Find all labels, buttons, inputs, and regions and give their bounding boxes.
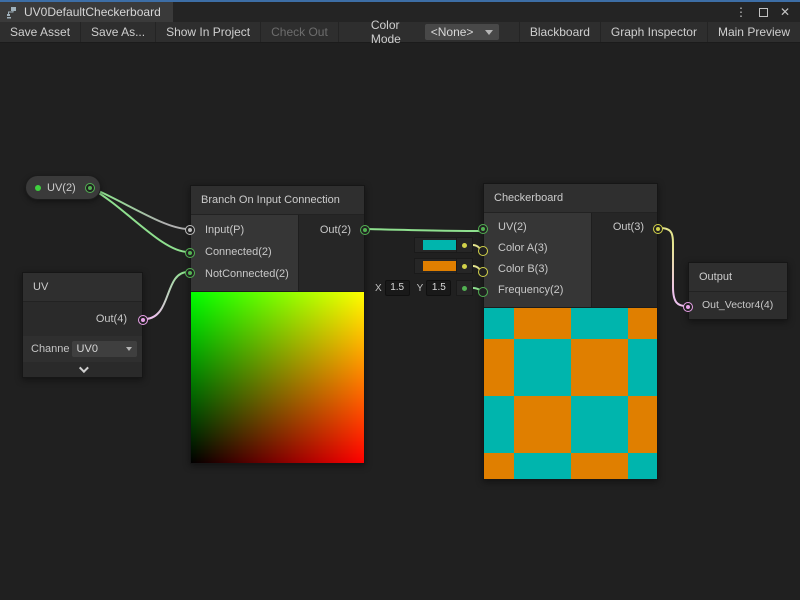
branch-output-ports: Out(2) bbox=[298, 215, 364, 291]
edge-checkerout-to-output[interactable] bbox=[660, 228, 686, 306]
uv-channel-label: Channe bbox=[31, 343, 70, 355]
uv-pill-label: UV(2) bbox=[47, 182, 76, 194]
color-a-connector[interactable] bbox=[456, 237, 473, 253]
checkerboard-colora-label: Color A(3) bbox=[484, 238, 591, 259]
connector-dot bbox=[462, 243, 467, 248]
checkerboard-output-ports: Out(3) bbox=[591, 213, 657, 307]
frequency-y-label: Y bbox=[417, 283, 424, 294]
uv-node-title: UV bbox=[23, 273, 142, 302]
branch-out-label: Out(2) bbox=[299, 219, 364, 241]
checkerboard-preview bbox=[484, 307, 657, 479]
frequency-y-field[interactable]: 1.5 bbox=[426, 280, 451, 296]
uv-channel-dropdown[interactable]: UV0 bbox=[72, 341, 137, 357]
checkerboard-input-ports: UV(2) Color A(3) Color B(3) Frequency(2) bbox=[484, 213, 591, 307]
port-checkerboard-uv[interactable] bbox=[478, 224, 488, 234]
node-branch-on-input-connection[interactable]: Branch On Input Connection Input(P) Conn… bbox=[190, 185, 365, 464]
checkerboard-node-title: Checkerboard bbox=[484, 184, 657, 213]
edge-uvout4-to-notconnected[interactable] bbox=[146, 272, 188, 319]
frequency-connector[interactable] bbox=[456, 280, 473, 296]
checkerboard-colorb-label: Color B(3) bbox=[484, 259, 591, 280]
port-branch-notconnected[interactable] bbox=[185, 268, 195, 278]
node-uv[interactable]: UV Out(4) Channe UV0 bbox=[22, 272, 143, 378]
exposed-property-dot bbox=[35, 185, 41, 191]
frequency-x-label: X bbox=[375, 283, 382, 294]
branch-node-title: Branch On Input Connection bbox=[191, 186, 364, 215]
frequency-x-field[interactable]: 1.5 bbox=[385, 280, 410, 296]
color-b-value bbox=[423, 261, 459, 271]
branch-connected-label: Connected(2) bbox=[191, 241, 298, 263]
port-uvpill-out[interactable] bbox=[85, 183, 95, 193]
branch-notconnected-label: NotConnected(2) bbox=[191, 263, 298, 285]
uv-node-collapse-toggle[interactable] bbox=[23, 362, 142, 377]
port-branch-out[interactable] bbox=[360, 225, 370, 235]
edge-uvpill-to-connected[interactable] bbox=[92, 189, 188, 252]
branch-uv-gradient-preview bbox=[191, 291, 364, 463]
connector-dot bbox=[462, 264, 467, 269]
uv-out-label: Out(4) bbox=[23, 302, 142, 336]
output-node-title: Output bbox=[689, 263, 787, 292]
color-b-connector[interactable] bbox=[456, 258, 473, 274]
node-checkerboard[interactable]: Checkerboard UV(2) Color A(3) Color B(3)… bbox=[483, 183, 658, 480]
chevron-down-icon bbox=[126, 347, 132, 351]
branch-input-label: Input(P) bbox=[191, 219, 298, 241]
port-output-vector4[interactable] bbox=[683, 302, 693, 312]
port-branch-connected[interactable] bbox=[185, 248, 195, 258]
port-checkerboard-colorb[interactable] bbox=[478, 267, 488, 277]
color-a-swatch[interactable] bbox=[414, 237, 462, 253]
chevron-down-icon bbox=[79, 363, 89, 373]
edge-uvpill-to-input[interactable] bbox=[92, 188, 188, 229]
uv-channel-value: UV0 bbox=[77, 343, 98, 355]
checkerboard-uv-label: UV(2) bbox=[484, 217, 591, 238]
port-checkerboard-colora[interactable] bbox=[478, 246, 488, 256]
frequency-xy-fields: X 1.5 Y 1.5 bbox=[375, 280, 451, 296]
edge-branchout-to-checkeruv[interactable] bbox=[367, 229, 481, 231]
color-b-swatch[interactable] bbox=[414, 258, 462, 274]
port-branch-input[interactable] bbox=[185, 225, 195, 235]
port-checkerboard-out[interactable] bbox=[653, 224, 663, 234]
checkerboard-frequency-label: Frequency(2) bbox=[484, 280, 591, 301]
connector-dot bbox=[462, 286, 467, 291]
node-uv2-pill[interactable]: UV(2) bbox=[25, 175, 101, 200]
checkerboard-out-label: Out(3) bbox=[592, 217, 657, 238]
branch-input-ports: Input(P) Connected(2) NotConnected(2) bbox=[191, 215, 298, 291]
port-uv-out[interactable] bbox=[138, 315, 148, 325]
port-checkerboard-frequency[interactable] bbox=[478, 287, 488, 297]
output-port-label: Out_Vector4(4) bbox=[689, 292, 787, 319]
node-output[interactable]: Output Out_Vector4(4) bbox=[688, 262, 788, 320]
shader-graph-window: { "window": { "tab_title": "UV0DefaultCh… bbox=[0, 0, 800, 600]
color-a-value bbox=[423, 240, 459, 250]
